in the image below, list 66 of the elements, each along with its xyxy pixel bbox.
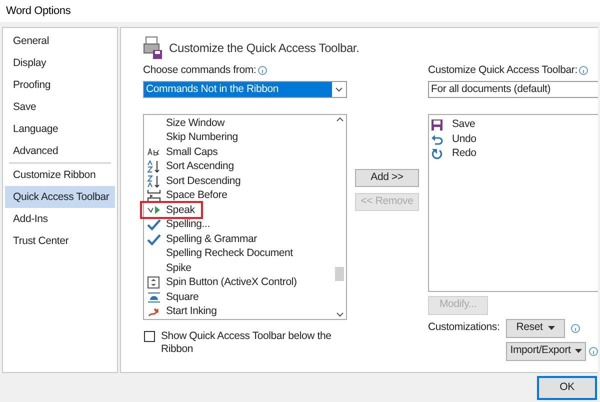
sidebar-item[interactable]: Proofing <box>5 74 115 96</box>
caret-icon <box>548 326 555 330</box>
info-icon <box>579 66 588 76</box>
small-caps-icon <box>147 147 161 157</box>
chevron-down-icon <box>335 86 343 92</box>
spell-check-icon <box>147 218 161 231</box>
command-item[interactable]: Spelling Recheck Document <box>165 247 294 260</box>
command-item[interactable]: Spin Button (ActiveX Control) <box>165 276 298 289</box>
info-icon <box>571 324 580 333</box>
sort-descending-icon <box>147 174 161 188</box>
sidebar-item[interactable]: Language <box>5 118 115 140</box>
spin-button-icon <box>147 276 161 289</box>
sidebar-item[interactable]: Save <box>5 96 115 118</box>
info-icon <box>258 66 268 76</box>
field-label: Customize Quick Access Toolbar: <box>428 63 578 78</box>
customizations-label: Customizations: <box>428 320 501 336</box>
ok-button[interactable]: OK <box>537 376 597 400</box>
scope-dropdown[interactable]: For all documents (default) <box>428 80 598 98</box>
command-item[interactable]: Speak <box>165 204 196 216</box>
sidebar-item[interactable]: Add-Ins <box>5 208 115 230</box>
redo-icon <box>431 148 443 160</box>
window-title: Word Options <box>6 4 71 19</box>
printer-icon <box>143 36 163 60</box>
undo-icon <box>431 134 443 146</box>
info-icon <box>589 346 598 356</box>
pen-icon <box>147 305 161 318</box>
sidebar-item[interactable]: Display <box>5 52 115 74</box>
sort-ascending-icon <box>147 160 161 173</box>
caret-icon <box>574 349 582 354</box>
spell-check-icon <box>147 232 161 246</box>
command-item[interactable]: Spelling... <box>165 218 211 231</box>
wrap-square-icon <box>147 290 161 304</box>
command-entry[interactable]: Undo <box>452 132 476 148</box>
add-button[interactable]: Add >> <box>355 169 419 187</box>
command-entry[interactable]: Save <box>452 117 476 133</box>
command-item[interactable]: Square <box>165 290 200 304</box>
checkbox-label: Show Quick Access Toolbar below the Ribbon <box>161 330 332 356</box>
command-item[interactable]: Small Caps <box>165 146 219 158</box>
scrollbar[interactable] <box>333 114 346 319</box>
speak-icon <box>147 204 161 216</box>
scroll-down-icon[interactable] <box>336 312 344 317</box>
command-item[interactable]: Sort Descending <box>165 174 242 188</box>
scroll-thumb[interactable] <box>335 266 344 281</box>
spacing-icon <box>147 189 161 202</box>
sidebar-item[interactable]: Customize Ribbon <box>5 164 115 186</box>
reset-button[interactable]: Reset <box>506 318 565 338</box>
field-label: Choose commands from: <box>143 63 256 78</box>
checkbox[interactable] <box>144 330 155 342</box>
import-export-button[interactable]: Import/Export <box>506 342 586 361</box>
sidebar-item[interactable]: Advanced <box>5 140 115 162</box>
command-entry[interactable]: Redo <box>452 146 476 162</box>
sidebar-item[interactable]: Quick Access Toolbar <box>5 186 115 208</box>
command-item[interactable]: Start Inking <box>165 305 218 318</box>
command-item[interactable]: Spelling & Grammar <box>165 232 258 246</box>
command-item[interactable]: Size Window <box>165 116 226 130</box>
command-item[interactable]: Spike <box>165 262 192 274</box>
command-item[interactable]: Space Before <box>165 189 228 202</box>
command-item[interactable]: Sort Ascending <box>165 160 235 173</box>
commands-list[interactable]: Size Window Skip Numbering Small Caps Sort Ascending Sort Descending Space Before Speak Spelling... Spelling & Grammar Spelling Recheck Document Spike Spin Button (ActiveX Control) Square Start Inking <box>143 114 347 320</box>
command-item[interactable]: Skip Numbering <box>165 131 239 144</box>
commands-dropdown[interactable]: Commands Not in the Ribbon <box>143 80 347 98</box>
sidebar-item[interactable]: General <box>5 30 115 52</box>
toolbar-list[interactable]: Save Undo Redo <box>428 114 598 292</box>
scroll-up-icon[interactable] <box>336 116 344 122</box>
sidebar-item[interactable]: Trust Center <box>5 230 115 252</box>
section-heading: Customize the Quick Access Toolbar. <box>169 40 360 57</box>
